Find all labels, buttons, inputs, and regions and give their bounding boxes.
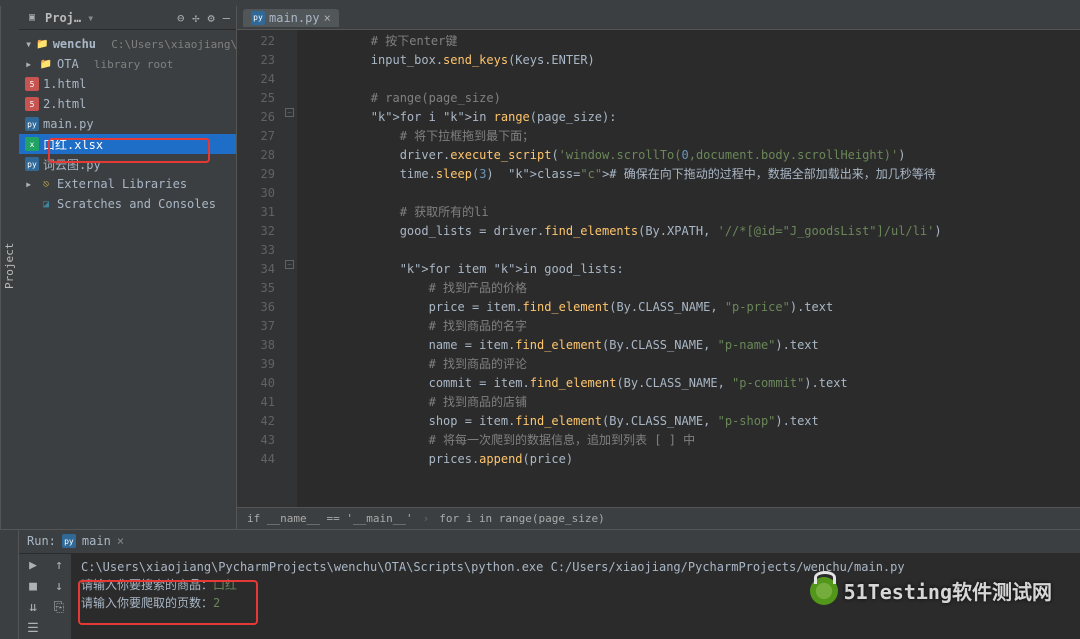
project-tree[interactable]: ▾📁 wenchu C:\Users\xiaojiang\P… ▸📁 OTA l…: [19, 30, 236, 218]
run-toolbar: ▶ ■ ⇊ ☰: [19, 554, 47, 639]
project-tool-label[interactable]: Project: [1, 238, 18, 292]
project-window-icon: ▣: [25, 11, 39, 25]
console-line: 请输入你要爬取的页数：2: [81, 594, 1070, 612]
tree-external-libraries[interactable]: ▸⎋ External Libraries: [19, 174, 236, 194]
project-title-label: Proj…: [45, 11, 81, 25]
down2-icon[interactable]: ↓: [55, 579, 63, 594]
fold-marker[interactable]: −: [285, 108, 294, 117]
editor-tab-mainpy[interactable]: pymain.py×: [243, 9, 339, 27]
fold-column[interactable]: − −: [283, 30, 297, 507]
console-line: C:\Users\xiaojiang\PycharmProjects\wench…: [81, 558, 1070, 576]
hide-icon[interactable]: —: [223, 11, 230, 25]
editor-tabs-bar: pymain.py×: [237, 6, 1080, 30]
breadcrumb-item[interactable]: for i in range(page_size): [439, 512, 615, 525]
console-output[interactable]: C:\Users\xiaojiang\PycharmProjects\wench…: [71, 554, 1080, 639]
tree-folder-ota[interactable]: ▸📁 OTA library root: [19, 54, 236, 74]
run-toolbar-2: ↑ ↓ ⎘: [47, 554, 71, 639]
tree-file-mainpy[interactable]: pymain.py: [19, 114, 236, 134]
editor-pane: pymain.py× 22232425262728293031323334353…: [237, 6, 1080, 529]
console-line: 请输入你要搜索的商品：口红: [81, 576, 1070, 594]
tree-root[interactable]: ▾📁 wenchu C:\Users\xiaojiang\P…: [19, 34, 236, 54]
layout-icon[interactable]: ☰: [27, 621, 39, 636]
run-header: Run: py main ×: [19, 530, 1080, 554]
down-icon[interactable]: ⇊: [29, 600, 37, 615]
left-tool-strip[interactable]: Project: [0, 6, 19, 529]
project-sidebar: ▣ Proj… ▾ ⊖ ✢ ⚙ — ▾📁 wenchu C:\Users\xia…: [19, 6, 237, 529]
tree-file-ciyunpy[interactable]: py词云图.py: [19, 154, 236, 174]
run-tool-window: Run: py main × ▶ ■ ⇊ ☰ ↑ ↓ ⎘ C:\Users\xi…: [0, 529, 1080, 639]
tree-file-1html[interactable]: 51.html: [19, 74, 236, 94]
select-opened-icon[interactable]: ⊖: [177, 11, 184, 25]
tree-scratches[interactable]: ◪ Scratches and Consoles: [19, 194, 236, 214]
settings-icon[interactable]: ⚙: [208, 11, 215, 25]
project-header: ▣ Proj… ▾ ⊖ ✢ ⚙ —: [19, 6, 236, 30]
tree-file-2html[interactable]: 52.html: [19, 94, 236, 114]
stop-icon[interactable]: ■: [29, 579, 37, 594]
breadcrumb-item[interactable]: if __name__ == '__main__': [247, 512, 429, 525]
breadcrumb-bar[interactable]: if __name__ == '__main__' for i in range…: [237, 507, 1080, 529]
run-tab-label[interactable]: main: [82, 534, 111, 548]
rerun-icon[interactable]: ▶: [29, 558, 37, 573]
line-gutter: 2223242526272829303132333435363738394041…: [237, 30, 283, 507]
tree-file-xlsx[interactable]: x口红.xlsx: [19, 134, 236, 154]
expand-all-icon[interactable]: ✢: [192, 11, 199, 25]
code-area[interactable]: # 按下enter键 input_box.send_keys(Keys.ENTE…: [297, 30, 1080, 507]
wrap-icon[interactable]: ⎘: [54, 600, 64, 615]
fold-marker[interactable]: −: [285, 260, 294, 269]
up-icon[interactable]: ↑: [55, 558, 63, 573]
